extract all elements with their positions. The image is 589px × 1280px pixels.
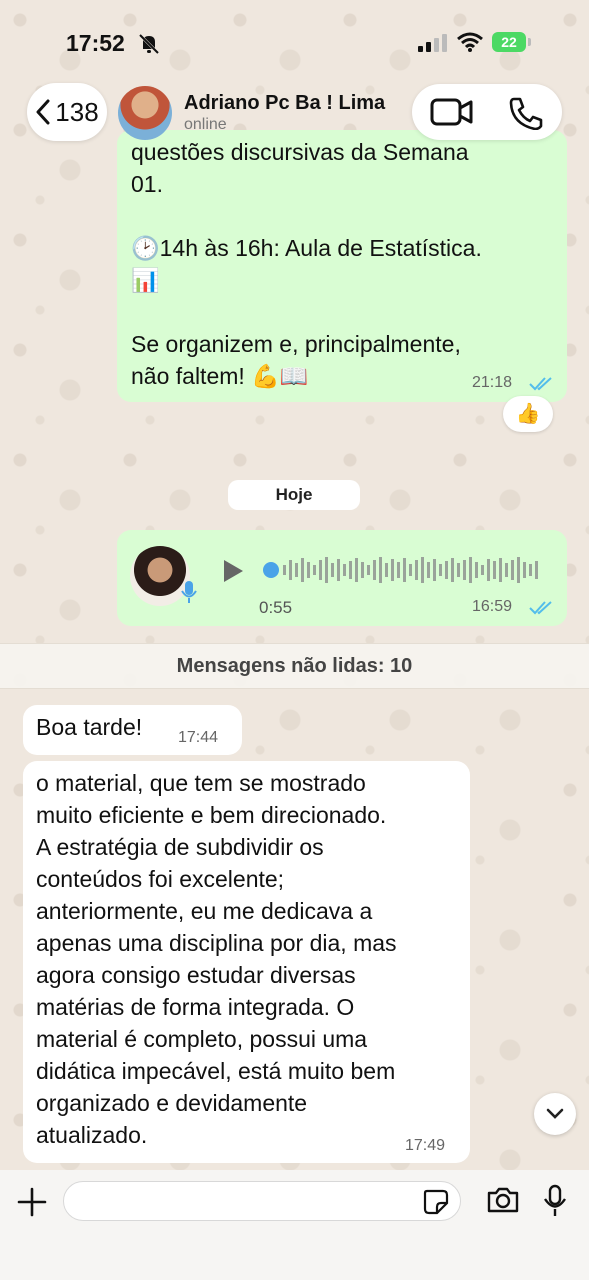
microphone-icon[interactable] bbox=[542, 1184, 568, 1218]
plus-icon[interactable] bbox=[16, 1186, 48, 1218]
cellular-signal-icon bbox=[418, 34, 447, 52]
voice-duration: 0:55 bbox=[259, 598, 293, 617]
voice-message-bubble[interactable]: 0:55 16:59 bbox=[117, 530, 567, 626]
message-time: 17:44 bbox=[178, 729, 219, 746]
message-time: 17:49 bbox=[405, 1137, 446, 1154]
read-receipt-icon bbox=[529, 377, 552, 391]
voice-call-icon[interactable] bbox=[508, 96, 544, 130]
call-actions bbox=[412, 84, 562, 140]
chevron-down-icon bbox=[546, 1108, 564, 1119]
contact-avatar[interactable] bbox=[118, 86, 172, 140]
back-button[interactable]: 138 bbox=[27, 83, 107, 141]
clock: 17:52 bbox=[66, 30, 125, 56]
incoming-message-bubble[interactable]: Boa tarde! 17:44 bbox=[23, 705, 242, 755]
date-separator: Hoje bbox=[228, 480, 360, 510]
microphone-icon bbox=[181, 581, 197, 603]
video-call-icon[interactable] bbox=[430, 96, 474, 128]
scroll-to-bottom-button[interactable] bbox=[534, 1093, 576, 1135]
chevron-left-icon bbox=[36, 99, 50, 125]
contact-name[interactable]: Adriano Pc Ba ! Lima bbox=[184, 92, 385, 115]
unread-messages-banner: Mensagens não lidas: 10 bbox=[0, 643, 589, 689]
message-composer bbox=[0, 1170, 589, 1280]
audio-waveform[interactable] bbox=[259, 552, 549, 588]
incoming-message-bubble[interactable]: o material, que tem se mostrado muito ef… bbox=[23, 761, 470, 1163]
message-input[interactable] bbox=[63, 1181, 461, 1221]
message-partial-line: questões discursivas da Semana bbox=[131, 139, 469, 165]
message-text: Boa tarde! bbox=[36, 714, 143, 740]
battery-indicator: 22 bbox=[492, 32, 526, 52]
battery-cap bbox=[528, 38, 531, 46]
contact-status: online bbox=[184, 116, 227, 133]
silent-bell-icon bbox=[138, 33, 160, 55]
message-time: 16:59 bbox=[472, 598, 513, 615]
sticker-icon[interactable] bbox=[423, 1189, 449, 1215]
play-icon[interactable] bbox=[221, 558, 245, 584]
reaction-badge[interactable]: 👍 bbox=[503, 396, 553, 432]
status-bar: 17:52 22 bbox=[0, 0, 589, 88]
message-text: o material, que tem se mostrado muito ef… bbox=[36, 770, 397, 1148]
read-receipt-icon bbox=[529, 601, 552, 615]
outgoing-message-bubble[interactable]: questões discursivas da Semana 01. 🕑14h … bbox=[117, 130, 567, 402]
message-text: 01. 🕑14h às 16h: Aula de Estatística. 📊 … bbox=[131, 171, 482, 389]
wifi-icon bbox=[457, 32, 483, 52]
camera-icon[interactable] bbox=[486, 1186, 520, 1214]
unread-chats-count: 138 bbox=[55, 96, 99, 127]
message-time: 21:18 bbox=[472, 374, 513, 391]
